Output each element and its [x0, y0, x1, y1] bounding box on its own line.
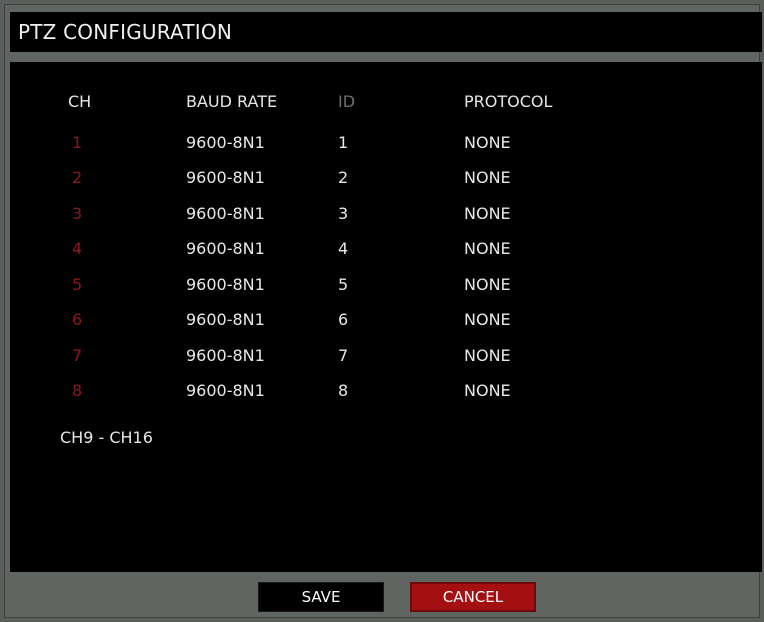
protocol-value[interactable]: NONE — [464, 381, 511, 400]
protocol-value[interactable]: NONE — [464, 168, 511, 187]
page-title: PTZ CONFIGURATION — [18, 20, 232, 44]
protocol-value[interactable]: NONE — [464, 346, 511, 365]
channel-number: 2 — [72, 168, 83, 187]
id-value[interactable]: 6 — [338, 310, 348, 329]
column-header-protocol: PROTOCOL — [464, 92, 553, 111]
channel-number: 6 — [72, 310, 83, 329]
id-value[interactable]: 3 — [338, 204, 348, 223]
title-bar: PTZ CONFIGURATION — [10, 12, 762, 52]
cancel-button[interactable]: CANCEL — [410, 582, 536, 612]
channel-number: 4 — [72, 239, 83, 258]
baud-rate-value[interactable]: 9600-8N1 — [186, 168, 265, 187]
protocol-value[interactable]: NONE — [464, 310, 511, 329]
column-header-id: ID — [338, 92, 356, 111]
channel-number: 1 — [72, 133, 83, 152]
baud-rate-value[interactable]: 9600-8N1 — [186, 239, 265, 258]
channel-number: 3 — [72, 204, 83, 223]
baud-rate-value[interactable]: 9600-8N1 — [186, 381, 265, 400]
baud-rate-value[interactable]: 9600-8N1 — [186, 275, 265, 294]
id-value[interactable]: 8 — [338, 381, 348, 400]
id-value[interactable]: 1 — [338, 133, 348, 152]
column-header-baud-rate: BAUD RATE — [186, 92, 278, 111]
baud-rate-value[interactable]: 9600-8N1 — [186, 346, 265, 365]
id-value[interactable]: 4 — [338, 239, 348, 258]
save-button[interactable]: SAVE — [258, 582, 384, 612]
column-header-ch: CH — [68, 92, 92, 111]
baud-rate-value[interactable]: 9600-8N1 — [186, 133, 265, 152]
channel-number: 7 — [72, 346, 83, 365]
id-value[interactable]: 7 — [338, 346, 348, 365]
channel-number: 8 — [72, 381, 83, 400]
protocol-value[interactable]: NONE — [464, 239, 511, 258]
channel-number: 5 — [72, 275, 83, 294]
protocol-value[interactable]: NONE — [464, 133, 511, 152]
protocol-value[interactable]: NONE — [464, 204, 511, 223]
baud-rate-value[interactable]: 9600-8N1 — [186, 310, 265, 329]
ptz-table-panel: CH BAUD RATE ID PROTOCOL 1 9600-8N1 1 NO… — [10, 62, 762, 572]
id-value[interactable]: 5 — [338, 275, 348, 294]
channel-page-link[interactable]: CH9 - CH16 — [60, 428, 153, 447]
id-value[interactable]: 2 — [338, 168, 348, 187]
baud-rate-value[interactable]: 9600-8N1 — [186, 204, 265, 223]
protocol-value[interactable]: NONE — [464, 275, 511, 294]
